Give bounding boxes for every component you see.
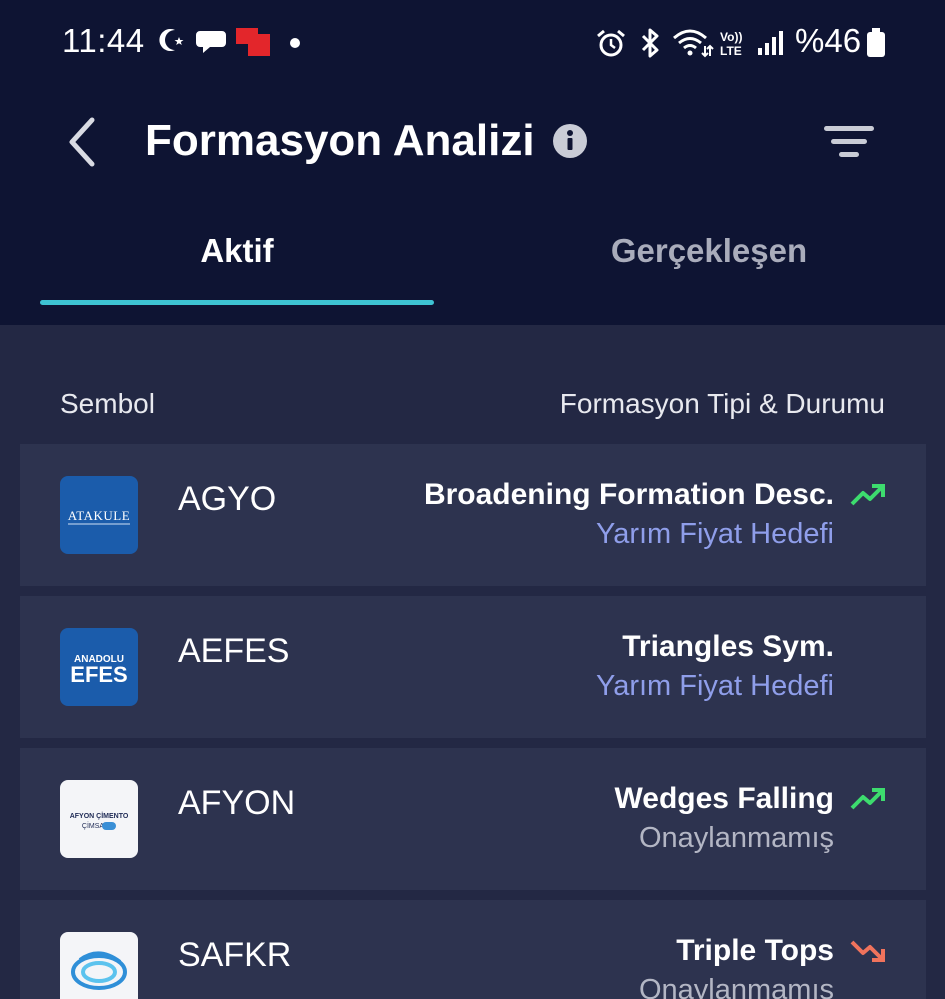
chat-icon [196, 31, 226, 53]
wifi-icon [673, 29, 714, 58]
svg-text:LTE: LTE [720, 44, 742, 58]
trend-up-icon [850, 484, 885, 506]
svg-text:EFES: EFES [70, 662, 127, 687]
battery-icon [867, 28, 885, 57]
svg-text:ÇİMSA: ÇİMSA [82, 821, 105, 830]
list-item[interactable]: ATAKULE AGYO Broadening Formation Desc. … [20, 444, 926, 586]
list-item[interactable]: AFYON ÇİMENTO ÇİMSA AFYON Wedges Falling… [20, 748, 926, 890]
back-arrow-icon[interactable] [64, 116, 104, 168]
signal-icon [758, 31, 783, 55]
company-logo: ANADOLU EFES [60, 628, 138, 706]
filter-icon[interactable] [822, 124, 876, 160]
formation-type: Triangles Sym. [622, 630, 834, 663]
info-icon[interactable] [553, 124, 587, 158]
company-logo [60, 932, 138, 999]
trend-up-icon [850, 788, 885, 810]
trend-down-icon [850, 940, 885, 962]
bluetooth-icon [641, 28, 659, 58]
company-logo: ATAKULE [60, 476, 138, 554]
tab-aktif[interactable]: Aktif [40, 232, 434, 270]
active-tab-indicator [40, 300, 434, 305]
symbol-label: AFYON [178, 784, 296, 822]
svg-text:Vo)): Vo)) [720, 30, 742, 44]
list-item[interactable]: ANADOLU EFES AEFES Triangles Sym. Yarım … [20, 596, 926, 738]
formation-status: Yarım Fiyat Hedefi [596, 518, 834, 550]
alarm-icon [597, 29, 625, 57]
symbol-label: SAFKR [178, 936, 292, 974]
battery-percent: %46 [795, 22, 862, 59]
list-item[interactable]: SAFKR Triple Tops Onaylanmamış [20, 900, 926, 999]
logo-text: ATAKULE [68, 508, 130, 523]
symbol-label: AEFES [178, 632, 290, 670]
notification-app-icon [236, 28, 270, 56]
more-notifications-dot-icon [290, 38, 300, 48]
formation-status: Onaylanmamış [638, 974, 834, 999]
formation-status: Yarım Fiyat Hedefi [596, 670, 834, 702]
status-time: 11:44 [62, 22, 145, 59]
formation-type: Wedges Falling [614, 782, 834, 815]
formation-type: Triple Tops [676, 934, 834, 967]
symbol-label: AGYO [178, 480, 277, 518]
svg-text:AFYON ÇİMENTO: AFYON ÇİMENTO [70, 812, 129, 820]
status-bar: 11:44 Vo)) LTE %46 [0, 0, 945, 86]
crescent-star-icon [159, 29, 184, 51]
company-logo: AFYON ÇİMENTO ÇİMSA [60, 780, 138, 858]
header-area: 11:44 Vo)) LTE %46 Formasyon Analizi Akt… [0, 0, 945, 325]
column-header-symbol: Sembol [60, 388, 155, 419]
volte-lte-icon: Vo)) LTE [720, 30, 742, 58]
tab-gerceklesen[interactable]: Gerçekleşen [512, 232, 906, 270]
formation-type: Broadening Formation Desc. [423, 478, 834, 511]
page-title: Formasyon Analizi [145, 116, 535, 165]
column-header-formation: Formasyon Tipi & Durumu [559, 388, 885, 419]
formation-status: Onaylanmamış [638, 822, 834, 854]
